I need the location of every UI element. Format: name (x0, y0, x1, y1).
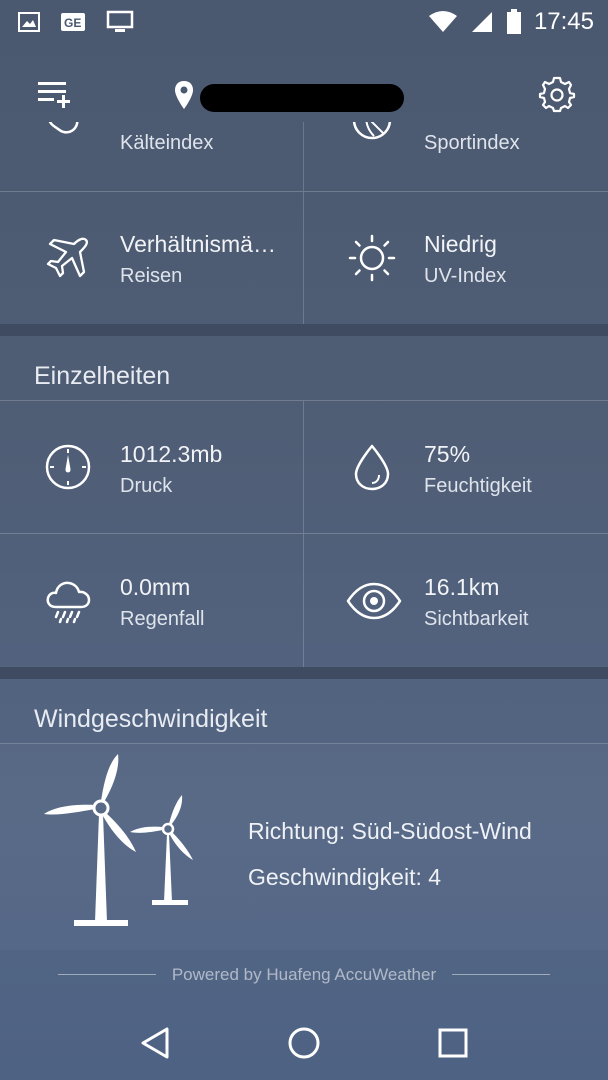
detail-value: 1012.3mb (120, 441, 223, 467)
detail-visibility[interactable]: 16.1km Sichtbarkeit (304, 534, 608, 667)
index-uv[interactable]: Niedrig UV-Index (304, 192, 608, 324)
index-travel[interactable]: Verhältnismä… Reisen (0, 192, 304, 324)
svg-text:GE: GE (64, 16, 81, 30)
location-pin-icon[interactable] (174, 80, 194, 110)
index-row-2: Verhältnismä… Reisen Niedrig UV-Index (0, 192, 608, 324)
wind-panel: Richtung: Süd-Südost-Wind Geschwindigkei… (0, 744, 608, 950)
wifi-icon (428, 11, 457, 32)
section-divider (0, 667, 608, 679)
index-row-1: Kälteindex Sportindex (0, 122, 608, 191)
index-label: Kälteindex (120, 132, 214, 154)
gallery-ge-icon: GE (61, 13, 85, 31)
back-button[interactable] (135, 1023, 175, 1063)
index-value: Verhältnismä… (120, 231, 276, 257)
eye-icon (346, 582, 402, 619)
detail-label: Sichtbarkeit (424, 608, 529, 630)
index-label: UV-Index (424, 265, 507, 287)
detail-label: Regenfall (120, 608, 205, 630)
index-label: Reisen (120, 265, 183, 287)
wind-title: Windgeschwindigkeit (34, 705, 268, 733)
app-bar (0, 44, 608, 122)
playlist-add-icon[interactable] (36, 78, 72, 110)
ball-icon (352, 122, 392, 140)
detail-humidity[interactable]: 75% Feuchtigkeit (304, 401, 608, 533)
sun-icon (348, 234, 396, 282)
index-cold[interactable]: Kälteindex (0, 122, 304, 191)
footer-line-right (452, 974, 550, 975)
system-nav-bar (0, 1006, 608, 1080)
footer: Powered by Huafeng AccuWeather (0, 950, 608, 1006)
detail-label: Druck (120, 475, 173, 497)
wind-direction: Richtung: Süd-Südost-Wind (248, 818, 532, 844)
cast-screen-icon (106, 10, 134, 32)
wind-turbine-icon (44, 754, 193, 926)
location-name-redacted[interactable] (200, 84, 404, 112)
image-icon (18, 12, 40, 32)
home-button[interactable] (284, 1023, 324, 1063)
back-triangle-icon (141, 1027, 169, 1059)
gauge-icon (45, 444, 91, 490)
detail-rainfall[interactable]: 0.0mm Regenfall (0, 534, 304, 667)
gear-icon[interactable] (538, 76, 576, 114)
airplane-icon (46, 237, 89, 278)
powered-by: Powered by Huafeng AccuWeather (171, 965, 437, 984)
home-circle-icon (288, 1027, 320, 1059)
detail-pressure[interactable]: 1012.3mb Druck (0, 401, 304, 533)
signal-icon (471, 12, 492, 32)
details-title: Einzelheiten (34, 362, 171, 390)
index-value: Niedrig (424, 231, 497, 257)
index-sport[interactable]: Sportindex (304, 122, 608, 191)
detail-value: 0.0mm (120, 574, 191, 600)
recents-button[interactable] (433, 1023, 473, 1063)
detail-label: Feuchtigkeit (424, 475, 532, 497)
index-label: Sportindex (424, 132, 520, 154)
details-row-2: 0.0mm Regenfall 16.1km Sichtbarkeit (0, 534, 608, 667)
clock: 17:45 (533, 8, 594, 35)
details-row-1: 1012.3mb Druck 75% Feuchtigkeit (0, 401, 608, 533)
rain-cloud-icon (46, 581, 91, 623)
detail-value: 75% (424, 441, 471, 467)
cold-index-icon (47, 122, 79, 134)
section-divider (0, 324, 608, 336)
wind-speed: Geschwindigkeit: 4 (248, 864, 442, 890)
detail-value: 16.1km (424, 574, 500, 600)
recents-square-icon (438, 1028, 468, 1058)
weather-details: Kälteindex Sportindex Verhältnismä… Reis… (0, 122, 608, 950)
drop-icon (354, 444, 390, 491)
battery-icon (506, 9, 521, 34)
status-bar: GE 17:45 (0, 0, 608, 44)
